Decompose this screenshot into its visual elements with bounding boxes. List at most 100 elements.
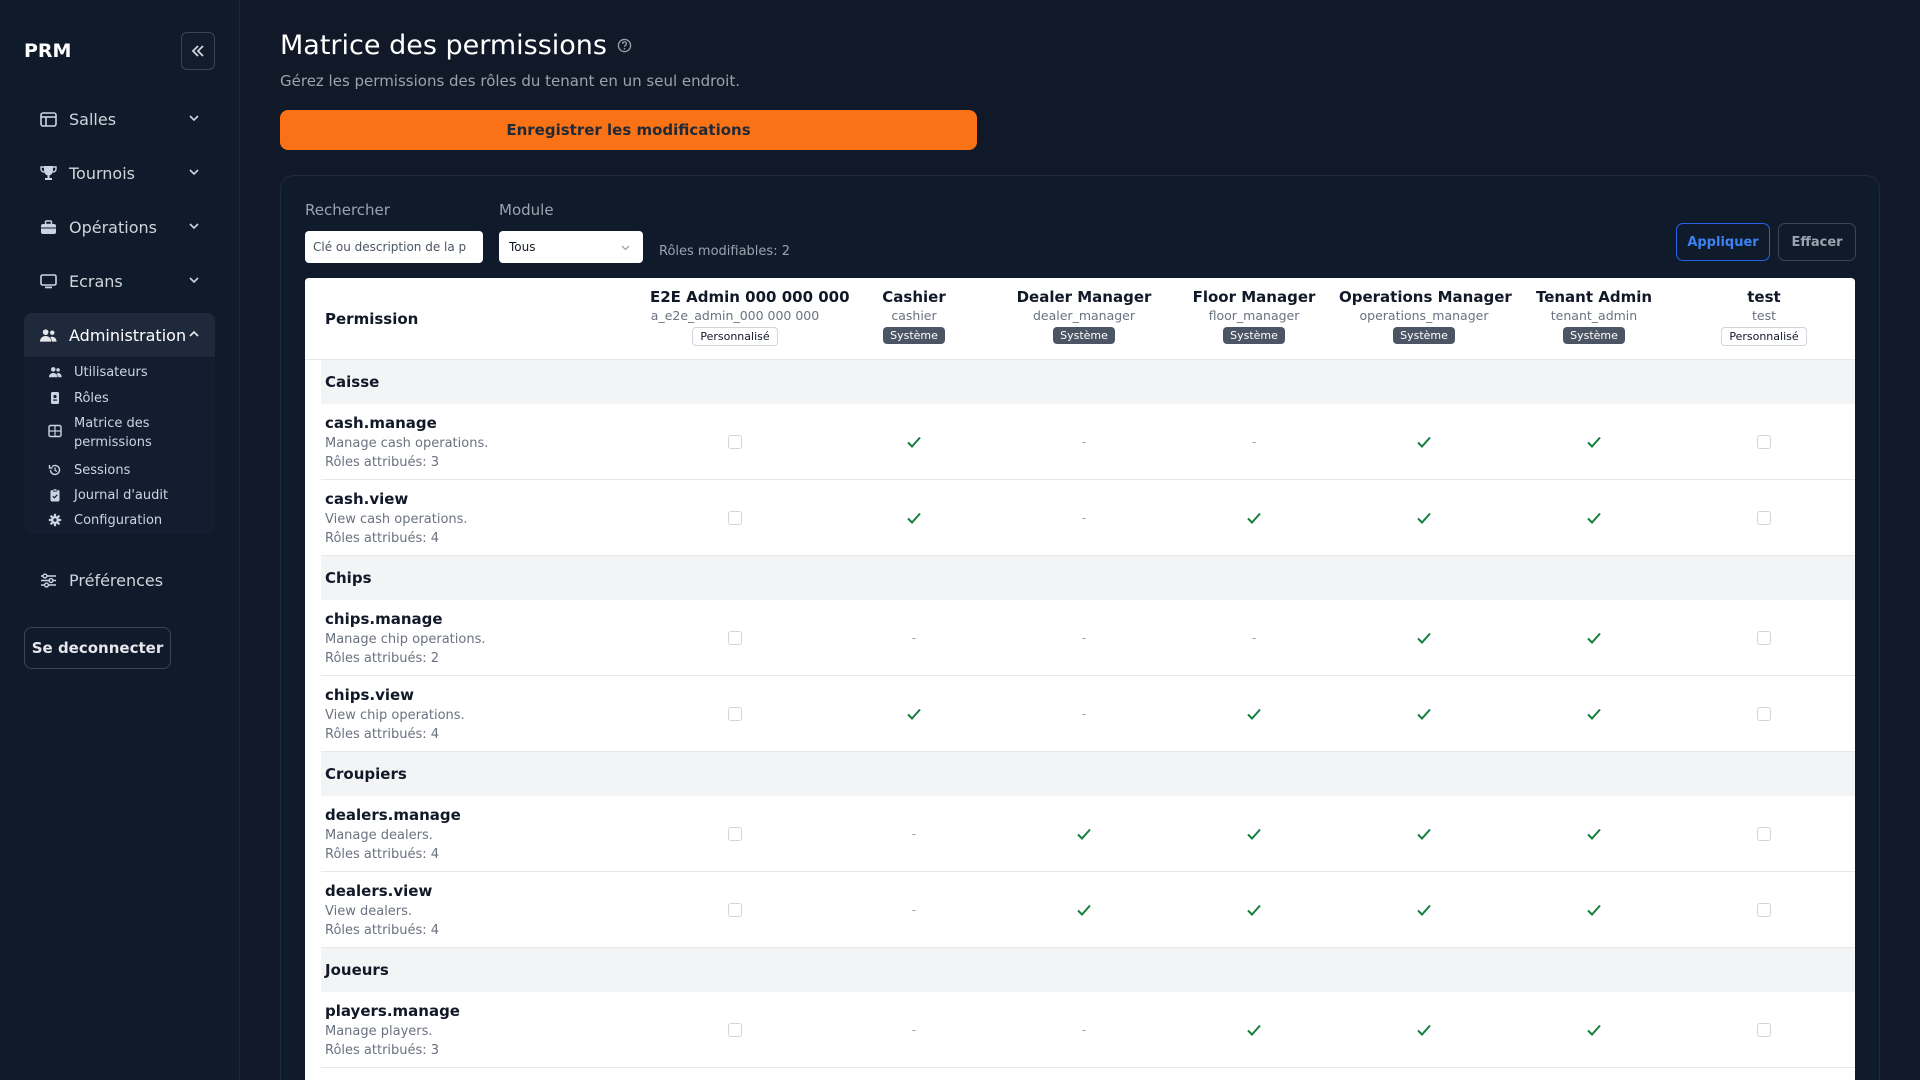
role-name: Cashier (882, 288, 946, 306)
role-name: Floor Manager (1192, 288, 1316, 306)
permission-not-granted-cell: - (1244, 628, 1264, 648)
help-circle-icon[interactable] (617, 38, 632, 53)
roles-modifiable-count: Rôles modifiables: 2 (659, 244, 790, 259)
permission-checkbox[interactable] (725, 1020, 745, 1040)
permission-checkbox[interactable] (1754, 824, 1774, 844)
apply-button[interactable]: Appliquer (1676, 223, 1770, 261)
permission-granted-cell[interactable] (1414, 824, 1434, 844)
permission-description: View dealers. (325, 904, 413, 919)
collapse-sidebar-button[interactable] (181, 32, 215, 70)
permission-key: chips.view (325, 686, 415, 704)
permission-checkbox[interactable] (1754, 900, 1774, 920)
table-row: cash.manage Manage cash operations. Rôles … (321, 404, 1855, 480)
checkbox-icon (1757, 435, 1771, 449)
permission-key: chips.manage (325, 610, 443, 628)
check-icon (1247, 828, 1261, 840)
permission-granted-cell[interactable] (1414, 1020, 1434, 1040)
save-changes-button[interactable]: Enregistrer les modifications (280, 110, 977, 150)
checkbox-icon (728, 1023, 742, 1037)
permission-granted-cell[interactable] (1584, 1020, 1604, 1040)
permission-role-count: Rôles attribués: 3 (325, 1043, 440, 1058)
role-column-header: Operations Manager operations_manager Syst… (1339, 288, 1512, 344)
permission-not-granted-cell: - (1074, 508, 1094, 528)
table-header: Permission E2E Admin 000 000 000 a_e2e_ad… (305, 278, 1855, 360)
chevron-down-icon (189, 169, 199, 176)
permission-granted-cell[interactable] (1244, 824, 1264, 844)
permission-granted-cell[interactable] (1414, 628, 1434, 648)
dash-icon: - (1081, 631, 1087, 645)
permission-key: dealers.view (325, 882, 433, 900)
permission-checkbox[interactable] (725, 900, 745, 920)
gear-icon (48, 513, 62, 527)
permission-description: View chip operations. (325, 708, 465, 723)
permission-granted-cell[interactable] (1074, 824, 1094, 844)
permission-granted-cell[interactable] (1414, 900, 1434, 920)
permission-granted-cell[interactable] (904, 704, 924, 724)
role-key: dealer_manager (1032, 308, 1136, 323)
permission-checkbox[interactable] (1754, 704, 1774, 724)
permission-granted-cell[interactable] (904, 432, 924, 452)
nav-item-salles[interactable]: Salles (24, 97, 215, 141)
nav-item-ecrans[interactable]: Ecrans (24, 259, 215, 303)
permission-checkbox[interactable] (725, 628, 745, 648)
checkbox-icon (1757, 631, 1771, 645)
search-input[interactable] (305, 231, 483, 263)
role-key: test (1751, 308, 1776, 323)
check-icon (1587, 632, 1601, 644)
permission-granted-cell[interactable] (1584, 432, 1604, 452)
check-icon (1247, 512, 1261, 524)
permission-granted-cell[interactable] (1414, 704, 1434, 724)
permission-checkbox[interactable] (725, 432, 745, 452)
permission-checkbox[interactable] (725, 508, 745, 528)
permission-checkbox[interactable] (1754, 628, 1774, 648)
trophy-icon (39, 164, 57, 182)
permission-checkbox[interactable] (1754, 1020, 1774, 1040)
search-label: Rechercher (305, 201, 390, 219)
permission-granted-cell[interactable] (1414, 508, 1434, 528)
history-icon (48, 464, 61, 476)
nav-item-tournois[interactable]: Tournois (24, 151, 215, 195)
permission-granted-cell[interactable] (1584, 508, 1604, 528)
group-row: Joueurs (321, 948, 1855, 992)
nav-item-preferences[interactable]: Préférences (24, 558, 215, 602)
logout-button[interactable]: Se deconnecter (24, 627, 171, 669)
subnav-item-utilisateurs[interactable]: Utilisateurs (48, 363, 182, 382)
subnav-item-journal[interactable]: Journal d'audit (50, 486, 182, 505)
dash-icon: - (1251, 435, 1257, 449)
role-column-header: Dealer Manager dealer_manager Système (999, 288, 1169, 344)
permission-granted-cell[interactable] (1244, 508, 1264, 528)
role-name: Dealer Manager (1016, 288, 1152, 306)
monitor-icon (39, 272, 57, 290)
subnav-item-sessions[interactable]: Sessions (48, 461, 182, 480)
permission-granted-cell[interactable] (1584, 704, 1604, 724)
nav-item-administration[interactable]: Administration (24, 313, 215, 357)
subnav-item-matrice[interactable]: Matrice des permissions (48, 414, 182, 452)
role-type-badge: Personnalisé (692, 327, 778, 346)
subnav-item-roles[interactable]: Rôles (51, 389, 182, 408)
permission-checkbox[interactable] (725, 704, 745, 724)
permission-checkbox[interactable] (1754, 432, 1774, 452)
permission-granted-cell[interactable] (1244, 704, 1264, 724)
subnav-item-configuration[interactable]: Configuration (48, 511, 182, 530)
check-icon (907, 708, 921, 720)
nav-item-operations[interactable]: Opérations (24, 205, 215, 249)
module-select[interactable]: Tous (499, 231, 643, 263)
dash-icon: - (911, 827, 917, 841)
checkbox-icon (728, 827, 742, 841)
table-row: players.manage Manage players. Rôles attri… (321, 992, 1855, 1068)
permission-granted-cell[interactable] (904, 508, 924, 528)
role-column-header: Floor Manager floor_manager Système (1169, 288, 1339, 344)
permission-granted-cell[interactable] (1414, 432, 1434, 452)
permission-checkbox[interactable] (725, 824, 745, 844)
permission-granted-cell[interactable] (1584, 900, 1604, 920)
permission-checkbox[interactable] (1754, 508, 1774, 528)
clear-button[interactable]: Effacer (1778, 223, 1856, 261)
dash-icon: - (1081, 435, 1087, 449)
permission-granted-cell[interactable] (1584, 824, 1604, 844)
permission-granted-cell[interactable] (1244, 1020, 1264, 1040)
administration-submenu: Utilisateurs Rôles Matrice des permissio… (24, 358, 215, 534)
check-icon (1587, 512, 1601, 524)
permission-granted-cell[interactable] (1074, 900, 1094, 920)
permission-granted-cell[interactable] (1244, 900, 1264, 920)
permission-granted-cell[interactable] (1584, 628, 1604, 648)
